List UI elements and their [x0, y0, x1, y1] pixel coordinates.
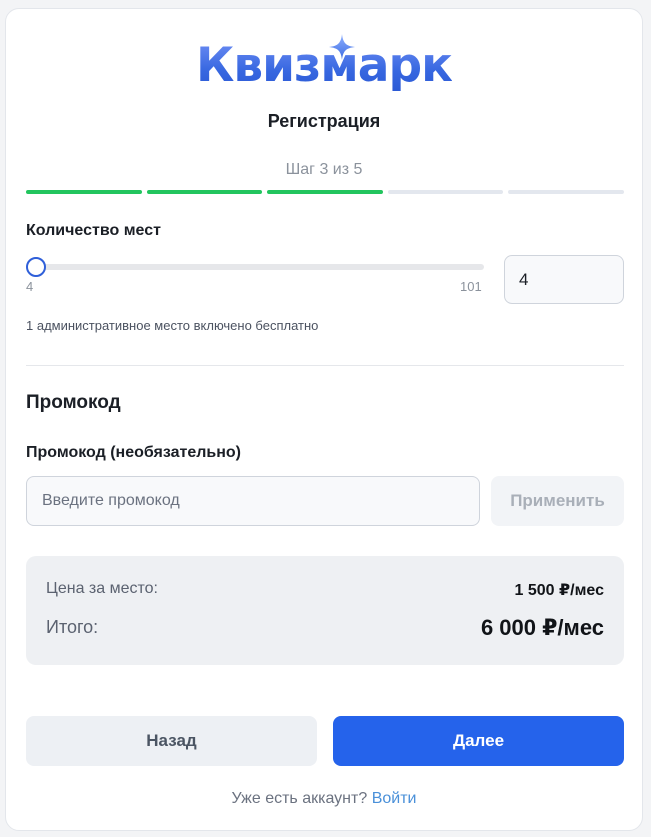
login-prompt: Уже есть аккаунт? Войти [6, 790, 642, 808]
total-value: 6 000 ₽/мес [480, 615, 604, 640]
logo-wrap: Квизмарк [195, 33, 453, 99]
login-prompt-text: Уже есть аккаунт? [231, 790, 368, 807]
step-indicator: Шаг 3 из 5 [285, 161, 363, 178]
seats-label: Количество мест [26, 222, 161, 239]
logo: Квизмарк [6, 33, 642, 99]
logo-text: Квизмарк [195, 38, 453, 93]
progress-segment-4 [387, 190, 504, 194]
seats-slider-max: 101 [460, 279, 482, 294]
step-progress-bar [26, 190, 624, 194]
seats-slider-min: 4 [26, 279, 34, 294]
price-summary: Цена за место: 1 500 ₽/мес Итого: 6 000 … [26, 556, 624, 665]
total-label: Итого: [46, 617, 99, 637]
progress-segment-5 [508, 190, 624, 194]
price-per-seat-value: 1 500 ₽/мес [514, 582, 604, 599]
registration-card: Квизмарк Регистрация Шаг 3 из 5 Количест… [5, 8, 643, 831]
promo-section-title: Промокод [26, 392, 121, 413]
apply-promo-button[interactable]: Применить [491, 476, 624, 526]
promo-field-label: Промокод (необязательно) [26, 444, 242, 461]
sparkle-icon [329, 34, 356, 60]
seats-hint: 1 административное место включено беспла… [26, 318, 319, 333]
seats-slider-track[interactable] [26, 264, 484, 270]
price-per-seat-label: Цена за место: [46, 580, 158, 597]
login-link[interactable]: Войти [372, 790, 417, 807]
back-button[interactable]: Назад [26, 716, 317, 766]
progress-segment-2 [146, 190, 263, 194]
page-title: Регистрация [267, 111, 381, 131]
progress-segment-1 [26, 190, 142, 194]
seats-slider-thumb[interactable] [26, 257, 46, 277]
seats-count-input[interactable] [504, 255, 624, 304]
section-divider [26, 365, 624, 366]
next-button[interactable]: Далее [333, 716, 624, 766]
progress-segment-3 [267, 190, 383, 194]
seats-slider[interactable] [26, 257, 484, 277]
promo-code-input[interactable] [26, 476, 480, 526]
